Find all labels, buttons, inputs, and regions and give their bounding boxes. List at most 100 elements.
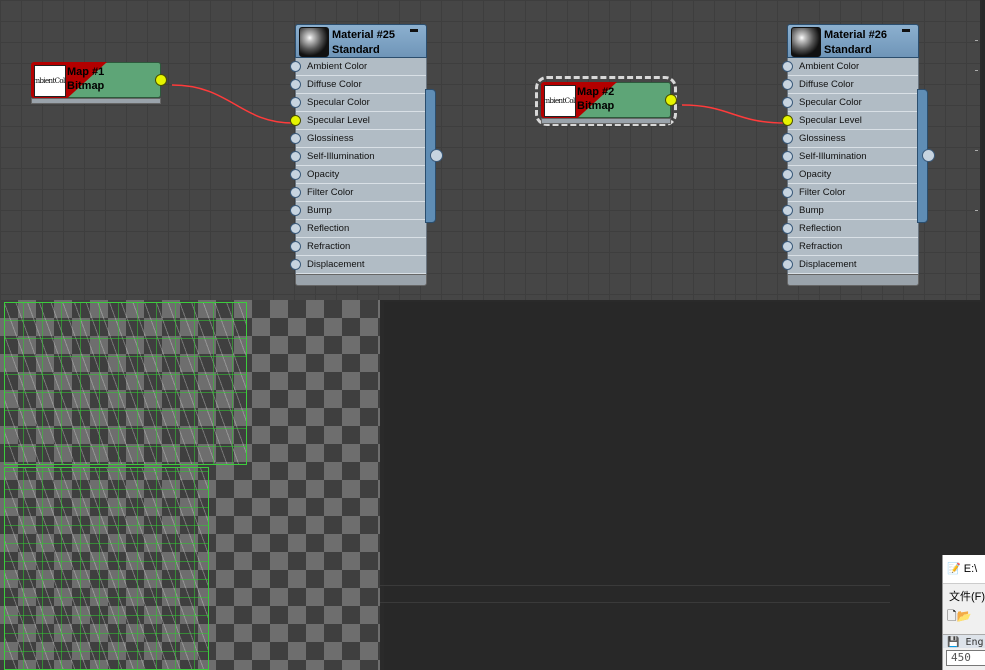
uv-shell-top[interactable]	[4, 302, 247, 465]
input-socket[interactable]	[290, 115, 301, 126]
material-slot-specular-color[interactable]: Specular Color	[290, 94, 426, 112]
encoding-bar: 💾 Eng	[943, 634, 985, 648]
input-socket[interactable]	[782, 241, 793, 252]
slot-label: Specular Level	[799, 115, 862, 126]
encoding-label: Eng	[965, 637, 984, 648]
output-socket[interactable]	[155, 74, 167, 86]
collapse-button[interactable]	[410, 29, 418, 32]
material-slot-self-illumination[interactable]: Self-Illumination	[290, 148, 426, 166]
output-socket[interactable]	[922, 149, 935, 162]
input-socket[interactable]	[782, 205, 793, 216]
uv-checker-viewport[interactable]	[0, 300, 384, 670]
slot-label: Bump	[307, 205, 332, 216]
output-socket[interactable]	[430, 149, 443, 162]
slot-label: Displacement	[307, 259, 365, 270]
input-socket[interactable]	[290, 187, 301, 198]
input-socket[interactable]	[290, 61, 301, 72]
slot-label: Refraction	[307, 241, 351, 252]
divider	[380, 602, 890, 603]
input-socket[interactable]	[782, 79, 793, 90]
input-socket[interactable]	[782, 169, 793, 180]
material-node-25[interactable]: Material #25 Standard Ambient Color Diffu…	[290, 24, 443, 286]
wire-map1-to-mat25	[171, 84, 294, 124]
material-node-26[interactable]: Material #26 Standard Ambient Color Diffu…	[782, 24, 935, 286]
notepad-titlebar[interactable]: 📝 E:\	[943, 555, 985, 584]
input-socket[interactable]	[782, 133, 793, 144]
bitmap-thumbnail: AmbientColor	[544, 85, 576, 117]
uv-shell-bottom[interactable]	[4, 467, 209, 670]
input-socket[interactable]	[290, 223, 301, 234]
input-socket[interactable]	[782, 151, 793, 162]
material-slot-filter-color[interactable]: Filter Color	[290, 184, 426, 202]
material-slot-self-illumination[interactable]: Self-Illumination	[782, 148, 918, 166]
map-node-type: Bitmap	[67, 80, 105, 92]
material-slot-reflection[interactable]: Reflection	[782, 220, 918, 238]
map-node-1[interactable]: AmbientColor Map #1 Bitmap	[31, 62, 167, 104]
material-slot-diffuse-color[interactable]: Diffuse Color	[290, 76, 426, 94]
slot-label: Self-Illumination	[799, 151, 867, 162]
material-slot-diffuse-color[interactable]: Diffuse Color	[782, 76, 918, 94]
material-slot-specular-level[interactable]: Specular Level	[782, 112, 918, 130]
scroll-tick	[975, 40, 978, 41]
save-icon[interactable]: 💾	[947, 637, 959, 648]
collapse-button[interactable]	[902, 29, 910, 32]
notepad-window[interactable]: 📝 E:\ 文件(F) 🗋📂 💾 Eng 450	[942, 555, 985, 670]
divider	[380, 585, 890, 586]
input-socket[interactable]	[782, 259, 793, 270]
map-node-2[interactable]: AmbientColor Map #2 Bitmap	[535, 76, 677, 126]
input-socket[interactable]	[782, 187, 793, 198]
material-slot-specular-level[interactable]: Specular Level	[290, 112, 426, 130]
input-socket[interactable]	[782, 115, 793, 126]
material-slot-refraction[interactable]: Refraction	[290, 238, 426, 256]
input-socket[interactable]	[290, 151, 301, 162]
material-type: Standard	[824, 44, 872, 56]
slot-label: Reflection	[799, 223, 842, 234]
input-socket[interactable]	[290, 259, 301, 270]
material-slot-bump[interactable]: Bump	[782, 202, 918, 220]
material-slot-refraction[interactable]: Refraction	[782, 238, 918, 256]
material-slot-reflection[interactable]: Reflection	[290, 220, 426, 238]
scroll-tick	[975, 210, 978, 211]
material-slot-filter-color[interactable]: Filter Color	[782, 184, 918, 202]
slot-label: Specular Color	[799, 97, 862, 108]
output-socket[interactable]	[665, 94, 677, 106]
material-slot-glossiness[interactable]: Glossiness	[782, 130, 918, 148]
bitmap-thumbnail: AmbientColor	[34, 65, 66, 97]
slot-label: Bump	[799, 205, 824, 216]
material-slot-opacity[interactable]: Opacity	[782, 166, 918, 184]
input-socket[interactable]	[782, 61, 793, 72]
open-folder-icon[interactable]: 📂	[957, 609, 972, 623]
input-socket[interactable]	[782, 97, 793, 108]
material-slot-opacity[interactable]: Opacity	[290, 166, 426, 184]
input-socket[interactable]	[290, 241, 301, 252]
slot-label: Specular Level	[307, 115, 370, 126]
slot-label: Self-Illumination	[307, 151, 375, 162]
notepad-menu-file[interactable]: 文件(F)	[943, 584, 985, 604]
slate-node-graph[interactable]: AmbientColor Map #1 Bitmap AmbientColor …	[0, 0, 982, 302]
input-socket[interactable]	[290, 79, 301, 90]
input-socket[interactable]	[782, 223, 793, 234]
input-socket[interactable]	[290, 97, 301, 108]
material-slot-ambient-color[interactable]: Ambient Color	[290, 58, 426, 76]
map-node-type: Bitmap	[577, 100, 615, 112]
scroll-tick	[975, 70, 978, 71]
material-slot-specular-color[interactable]: Specular Color	[782, 94, 918, 112]
wire-map2-to-mat26	[681, 104, 786, 124]
material-slot-displacement[interactable]: Displacement	[290, 256, 426, 274]
material-slot-bump[interactable]: Bump	[290, 202, 426, 220]
new-file-icon[interactable]: 🗋	[947, 609, 957, 623]
scroll-tick	[975, 150, 978, 151]
notepad-text-field[interactable]: 450	[946, 650, 985, 666]
slot-label: Glossiness	[307, 133, 354, 144]
material-preview-sphere	[791, 27, 821, 57]
slot-label: Reflection	[307, 223, 350, 234]
material-slot-ambient-color[interactable]: Ambient Color	[782, 58, 918, 76]
map-node-title: Map #1	[67, 66, 105, 78]
input-socket[interactable]	[290, 205, 301, 216]
material-slot-displacement[interactable]: Displacement	[782, 256, 918, 274]
input-socket[interactable]	[290, 169, 301, 180]
input-socket[interactable]	[290, 133, 301, 144]
material-slot-glossiness[interactable]: Glossiness	[290, 130, 426, 148]
slot-label: Diffuse Color	[307, 79, 362, 90]
slot-label: Diffuse Color	[799, 79, 854, 90]
